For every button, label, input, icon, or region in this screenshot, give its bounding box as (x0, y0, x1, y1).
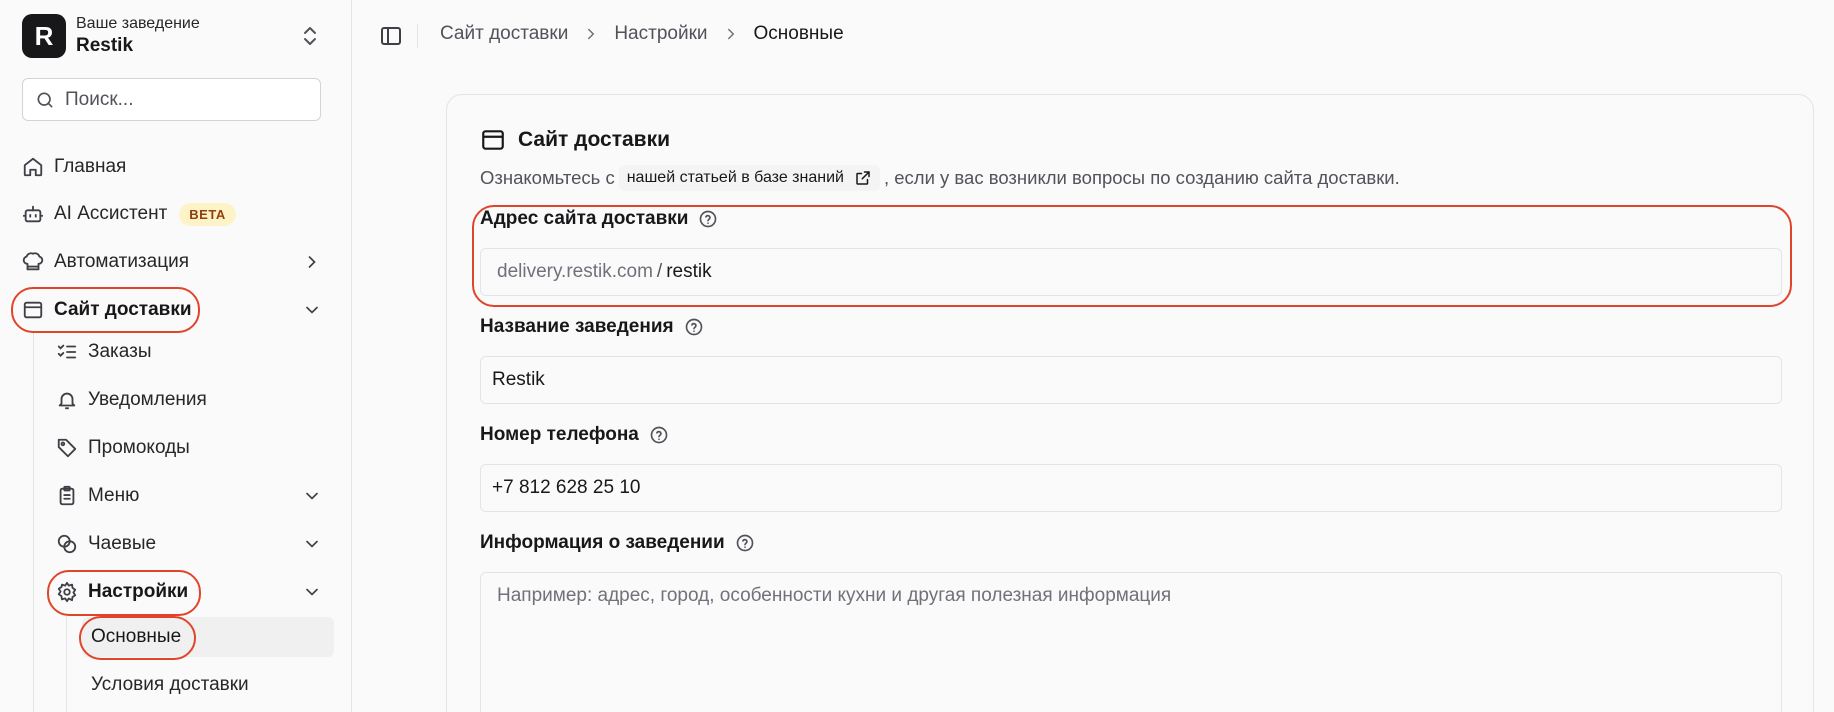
nav-item-settings-main[interactable]: Основные (82, 617, 334, 657)
nav-label-automation: Автоматизация (54, 251, 189, 272)
toolbar-divider (417, 24, 418, 48)
chevrons-up-down-icon (304, 27, 316, 45)
settings-guide-line (66, 616, 67, 712)
nav-label-notifications: Уведомления (88, 389, 207, 410)
chevron-right-icon (308, 256, 316, 268)
nav-label-menu: Меню (88, 485, 140, 506)
knowledge-base-link-label: нашей статьей в базе знаний (626, 169, 844, 186)
external-link-icon (856, 171, 870, 185)
breadcrumb: Сайт доставки Настройки Основные (440, 23, 844, 45)
top-bar: Сайт доставки Настройки Основные (353, 0, 1834, 72)
help-circle-icon[interactable] (735, 533, 755, 553)
venue-info-placeholder: Например: адрес, город, особенности кухн… (497, 585, 1172, 606)
search-icon (37, 92, 53, 107)
clipboard-icon (56, 485, 78, 507)
browser-icon (22, 299, 44, 321)
chevron-right-icon (722, 25, 740, 43)
gear-icon (56, 581, 78, 603)
address-input[interactable]: delivery.restik.com / restik (480, 248, 1782, 296)
nav-label-home: Главная (54, 156, 127, 177)
knowledge-base-link[interactable]: нашей статьей в базе знаний (618, 165, 880, 191)
breadcrumb-current: Основные (753, 23, 844, 44)
brand-text: Ваше заведение Restik (76, 14, 200, 58)
venue-info-label-text: Информация о заведении (480, 532, 725, 553)
home-icon (22, 156, 44, 178)
address-label: Адрес сайта доставки (480, 208, 718, 230)
beta-badge: BETA (179, 202, 236, 226)
chevron-down-icon (306, 540, 318, 548)
desc-before: Ознакомьтесь с (480, 167, 615, 188)
workspace-subtitle: Ваше заведение (76, 15, 200, 32)
desc-after: , если у вас возникли вопросы по создани… (883, 167, 1400, 188)
breadcrumb-delivery-site[interactable]: Сайт доставки (440, 23, 568, 45)
chevron-right-icon (582, 25, 600, 43)
venue-info-textarea[interactable]: Например: адрес, город, особенности кухн… (480, 572, 1782, 712)
nav-label-delivery-site: Сайт доставки (54, 299, 192, 320)
delivery-site-card: Сайт доставки Ознакомьтесь с нашей стать… (446, 94, 1814, 712)
nav-label-settings: Настройки (88, 581, 189, 602)
venue-name-value: Restik (492, 369, 545, 390)
workspace-switcher[interactable]: R Ваше заведение Restik (22, 14, 322, 58)
nav-item-delivery-conditions[interactable]: Условия доставки (82, 665, 334, 705)
venue-name-label: Название заведения (480, 316, 704, 338)
venue-name-label-text: Название заведения (480, 316, 674, 337)
help-circle-icon[interactable] (698, 209, 718, 229)
nav-label-settings-main: Основные (91, 626, 182, 647)
nav-label-tips: Чаевые (88, 533, 157, 554)
list-checks-icon (56, 341, 78, 363)
phone-label: Номер телефона (480, 424, 669, 446)
address-value: restik (666, 261, 712, 282)
brand-logo: R (22, 14, 66, 58)
chevron-down-icon (306, 588, 318, 596)
nav-item-delivery-site[interactable]: Сайт доставки (22, 290, 332, 330)
nav-item-automation[interactable]: Автоматизация (22, 242, 332, 282)
bell-icon (56, 389, 78, 411)
address-label-text: Адрес сайта доставки (480, 208, 689, 229)
nav-item-promocodes[interactable]: Промокоды (56, 428, 334, 468)
card-title: Сайт доставки (480, 127, 670, 153)
nav-item-menu[interactable]: Меню (56, 476, 334, 516)
nav-item-tips[interactable]: Чаевые (56, 524, 334, 564)
phone-label-text: Номер телефона (480, 424, 639, 445)
chef-hat-icon (22, 251, 44, 273)
card-description: Ознакомьтесь с нашей статьей в базе знан… (480, 165, 1400, 191)
chevron-down-icon (306, 306, 318, 314)
help-circle-icon[interactable] (684, 317, 704, 337)
venue-info-label: Информация о заведении (480, 532, 755, 554)
sidebar: R Ваше заведение Restik Главная AI Ассис… (0, 0, 352, 712)
address-prefix: delivery.restik.com (497, 261, 653, 282)
browser-icon (482, 130, 504, 150)
tag-icon (56, 437, 78, 459)
chevron-down-icon (306, 492, 318, 500)
workspace-name: Restik (76, 35, 134, 56)
search-input[interactable] (65, 88, 305, 111)
nav-label-orders: Заказы (88, 341, 152, 362)
phone-value: +7 812 628 25 10 (492, 477, 641, 498)
venue-name-input[interactable]: Restik (480, 356, 1782, 404)
nav-label-promocodes: Промокоды (88, 437, 190, 458)
coins-icon (56, 533, 78, 555)
nav-label-ai: AI Ассистент (54, 203, 168, 224)
phone-input[interactable]: +7 812 628 25 10 (480, 464, 1782, 512)
breadcrumb-settings[interactable]: Настройки (614, 23, 707, 45)
bot-icon (22, 203, 44, 225)
address-separator: / (656, 261, 663, 282)
nav-item-ai-assistant[interactable]: AI Ассистент BETA (22, 194, 332, 234)
search-box[interactable] (22, 78, 321, 121)
card-title-text: Сайт доставки (518, 128, 670, 151)
sidebar-toggle-icon[interactable] (379, 24, 403, 48)
nav-item-notifications[interactable]: Уведомления (56, 380, 334, 420)
help-circle-icon[interactable] (649, 425, 669, 445)
submenu-guide-line (33, 332, 34, 712)
nav-label-delivery-conditions: Условия доставки (91, 674, 249, 695)
nav-item-home[interactable]: Главная (22, 147, 332, 187)
nav-item-settings[interactable]: Настройки (56, 572, 334, 612)
nav-item-orders[interactable]: Заказы (56, 332, 334, 372)
